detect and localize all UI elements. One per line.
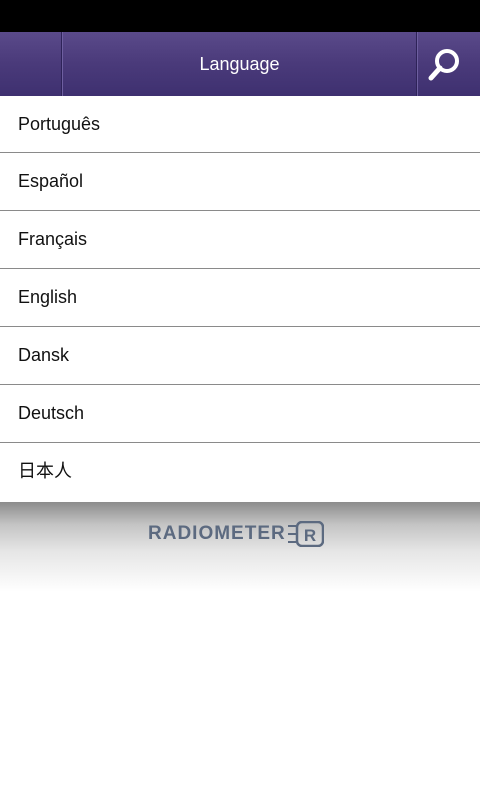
language-item-francais[interactable]: Français <box>0 211 480 269</box>
logo-mark-letter: R <box>304 526 316 545</box>
language-label: Español <box>18 171 84 191</box>
search-button[interactable] <box>418 32 480 96</box>
logo-text: RADIOMETER <box>148 523 286 544</box>
language-label: Deutsch <box>18 403 85 423</box>
radiometer-logo: RADIOMETER R <box>148 520 324 548</box>
logo-mark-icon: R <box>287 521 324 547</box>
app-bar-divider-right <box>416 32 417 96</box>
language-label: English <box>18 287 78 307</box>
language-label: Dansk <box>18 345 70 365</box>
page-title: Language <box>199 54 280 74</box>
language-item-japanese[interactable]: 日本人 <box>0 443 480 500</box>
language-item-deutsch[interactable]: Deutsch <box>0 385 480 443</box>
app-bar: Language <box>0 32 480 96</box>
language-item-english[interactable]: English <box>0 269 480 327</box>
language-label: Français <box>18 229 88 249</box>
app-bar-left-slot <box>0 32 61 96</box>
language-list: Português Español Français English Dansk… <box>0 96 480 500</box>
search-icon <box>428 49 459 81</box>
app-bar-divider-left <box>61 32 62 96</box>
language-item-portugues[interactable]: Português <box>0 96 480 153</box>
language-label: Português <box>18 114 101 134</box>
language-label: 日本人 <box>18 461 72 481</box>
status-bar <box>0 0 480 32</box>
language-item-dansk[interactable]: Dansk <box>0 327 480 385</box>
language-item-espanol[interactable]: Español <box>0 153 480 211</box>
